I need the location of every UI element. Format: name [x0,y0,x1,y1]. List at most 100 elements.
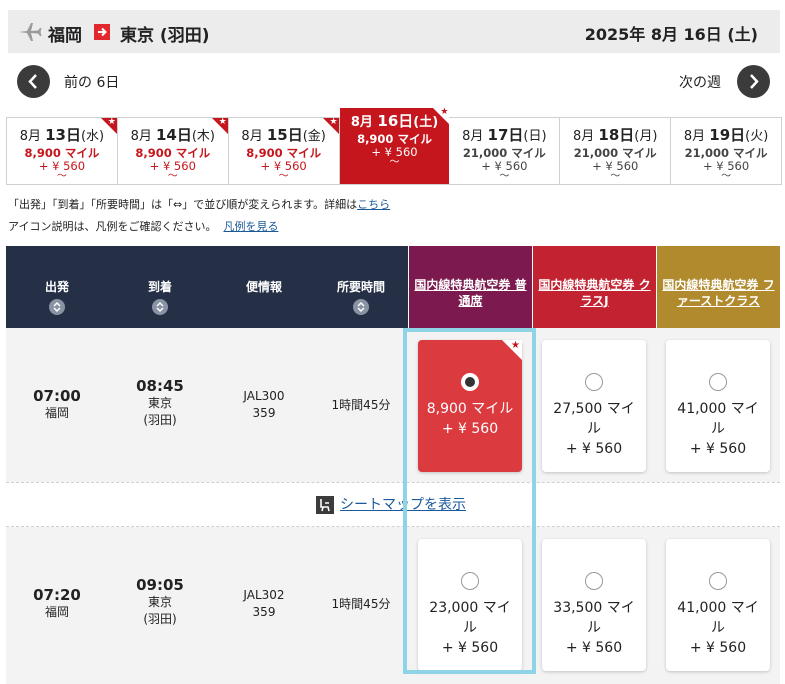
header-arrive[interactable]: 到着 [108,246,212,328]
arrival-time: 09:05 [136,576,184,594]
next-button[interactable] [737,65,770,98]
fare-option-first[interactable]: 41,000 マイル + ¥ 560 [666,539,770,671]
legend-note: アイコン説明は、凡例をご確認ください。 凡例を見る [8,218,278,234]
date-label: 8月 17日(日) [449,124,559,145]
header-duration-label: 所要時間 [336,280,385,294]
flight-info-cell[interactable]: JAL300 359 [212,388,316,422]
fare-miles: 41,000 マイル [677,401,759,437]
header-fare-first-label: 国内線特典航空券 ファーストクラス [662,278,775,308]
row-divider [6,482,780,483]
fare-miles: 27,500 マイル [553,401,635,437]
header-fare-economy-label: 国内線特典航空券 普通席 [414,278,527,308]
date-cell[interactable]: 8月 17日(日) 21,000 マイル + ¥ 560 ～ [449,118,561,184]
star-badge: ★ [433,108,450,124]
date-day: 14日 [155,126,192,144]
date-range-mark: ～ [499,171,510,182]
date-cell[interactable]: ★ 8月 13日(水) 8,900 マイル + ¥ 560 ～ [7,118,118,184]
arrival-cell: 09:05 東京 (羽田) [108,577,212,628]
next-label[interactable]: 次の週 [679,72,721,92]
date-miles: 8,900 マイル [24,146,100,160]
date-month: 8月 [573,129,599,144]
flight-info-cell[interactable]: JAL302 359 [212,587,316,621]
date-miles: 8,900 マイル [246,146,322,160]
header-duration[interactable]: 所要時間 [312,246,410,328]
arrival-city: 東京 [147,595,172,609]
fare-tax: + ¥ 560 [565,441,623,457]
header-fare-classj[interactable]: 国内線特典航空券 クラスJ [533,246,656,328]
sort-icon[interactable] [353,299,369,315]
star-badge: ★ [211,118,228,134]
header-fare-first[interactable]: 国内線特典航空券 ファーストクラス [657,246,780,328]
header-flight: 便情報 [212,246,316,328]
date-range-mark: ～ [278,171,289,182]
chevron-right-icon [750,74,759,89]
departure-time: 07:00 [33,387,81,405]
sort-icon[interactable] [152,299,168,315]
legend-link[interactable]: 凡例を見る [223,220,278,233]
date-day: 19日 [709,126,746,144]
details-link[interactable]: こちら [357,198,390,211]
departure-time: 07:20 [33,586,81,604]
arrival-airport: (羽田) [143,413,177,427]
airplane-icon [19,23,42,41]
date-month: 8月 [241,129,267,144]
selected-column-highlight [403,328,536,674]
fare-option-first[interactable]: 41,000 マイル + ¥ 560 [666,340,770,472]
date-cell[interactable]: ★ 8月 14日(木) 8,900 マイル + ¥ 560 ～ [117,118,229,184]
date-miles: 21,000 マイル [573,146,657,160]
date-day: 18日 [598,126,635,144]
sort-icon[interactable] [49,299,65,315]
fare-option-classj[interactable]: 27,500 マイル + ¥ 560 [542,340,646,472]
date-range-mark: ～ [721,171,732,182]
date-month: 8月 [350,115,378,130]
date-range-mark: ～ [56,171,67,182]
radio-button[interactable] [585,373,603,391]
date-day: 13日 [45,126,81,144]
radio-button[interactable] [585,572,603,590]
arrival-time: 08:45 [136,377,184,395]
fare-miles: 41,000 マイル [677,600,759,636]
departure-airport: 福岡 [44,605,69,619]
date-cell[interactable]: 8月 18日(月) 21,000 マイル + ¥ 560 ～ [560,118,672,184]
header-fare-economy[interactable]: 国内線特典航空券 普通席 [409,246,532,328]
flight-number[interactable]: JAL302 [212,587,316,604]
destination-city: 東京 (羽田) [120,26,210,46]
date-cell[interactable]: ★ 8月 15日(金) 8,900 マイル + ¥ 560 ～ [228,118,340,184]
aircraft-type: 359 [252,605,276,619]
date-weekday: (火) [745,129,769,144]
date-weekday: (月) [634,129,658,144]
header-depart[interactable]: 出発 [6,246,108,328]
seat-icon [316,496,334,514]
fare-option-classj[interactable]: 33,500 マイル + ¥ 560 [542,539,646,671]
date-weekday: (日) [523,129,547,144]
star-badge: ★ [322,118,339,134]
date-range-mark: ～ [389,157,400,168]
date-month: 8月 [683,129,710,144]
route-arrow-icon [94,24,110,40]
header-depart-label: 出発 [44,280,69,294]
travel-date: 2025年 8月 16日 (土) [584,25,758,44]
origin-city: 福岡 [48,26,82,46]
date-miles: 21,000 マイル [684,146,768,160]
chevron-left-icon [28,74,37,89]
flight-number[interactable]: JAL300 [212,388,316,405]
date-miles: 8,900 マイル [357,132,432,146]
date-day: 17日 [487,126,524,144]
date-cell[interactable]: ★ 8月 16日(土) 8,900 マイル + ¥ 560 ～ [339,108,450,184]
arrival-airport: (羽田) [143,612,177,626]
radio-button[interactable] [709,373,727,391]
route-bar: 福岡 東京 (羽田) 2025年 8月 16日 (土) [8,10,780,53]
departure-cell: 07:20 福岡 [6,587,108,621]
date-day: 16日 [377,112,414,130]
prev-label[interactable]: 前の 6日 [64,72,119,92]
aircraft-type: 359 [252,406,276,420]
date-strip: ★ 8月 13日(水) 8,900 マイル + ¥ 560 ～ ★ 8月 14日(木) 8,9… [6,108,782,185]
prev-button[interactable] [17,65,50,98]
radio-button[interactable] [709,572,727,590]
date-cell[interactable]: 8月 19日(火) 21,000 マイル + ¥ 560 ～ [671,118,782,184]
header-arrive-label: 到着 [147,280,172,294]
header-fare-classj-label: 国内線特典航空券 クラスJ [538,278,651,308]
date-month: 8月 [19,129,46,144]
date-day: 15日 [266,126,303,144]
date-range-mark: ～ [610,171,621,182]
